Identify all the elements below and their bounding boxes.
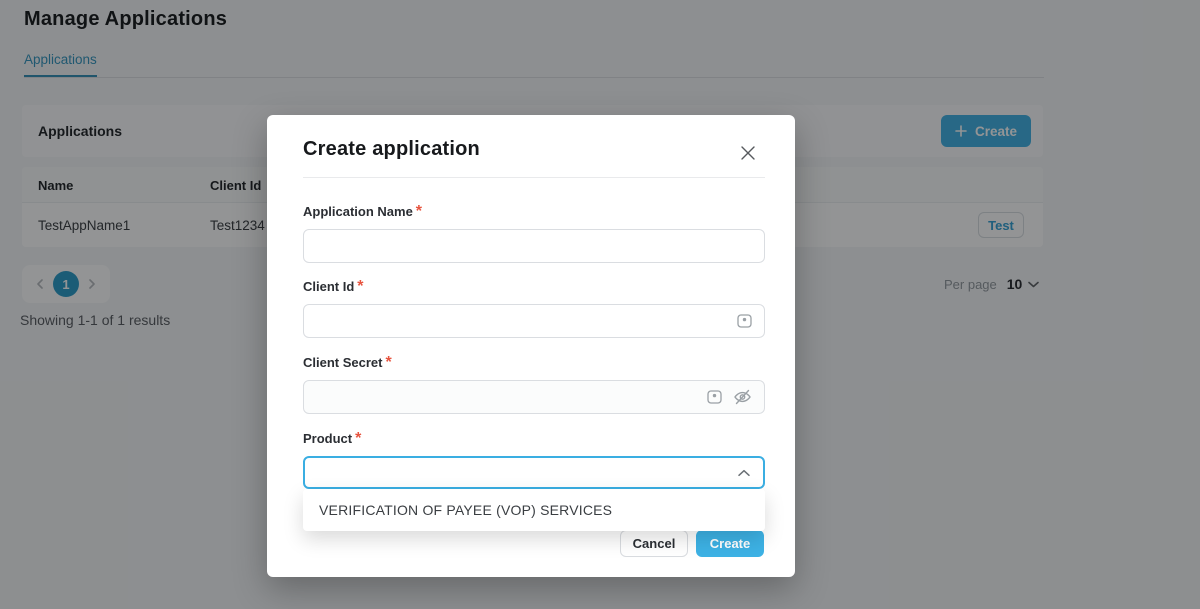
required-asterisk: * [355,430,361,447]
modal-close-button[interactable] [738,143,758,163]
required-asterisk: * [416,203,422,220]
application-name-input[interactable] [304,230,764,262]
client-secret-input-wrap [303,380,765,414]
modal-title: Create application [303,138,480,161]
client-id-label: Client Id [303,279,354,294]
product-select[interactable] [303,456,765,489]
toggle-password-visibility-button[interactable] [733,389,752,405]
client-secret-input[interactable] [304,381,764,413]
chevron-up-icon [738,469,750,476]
field-application-name: Application Name* [303,203,765,263]
field-client-secret: Client Secret* [303,354,765,414]
application-name-input-wrap [303,229,765,263]
product-label: Product [303,431,352,446]
field-client-id: Client Id* [303,278,765,338]
create-application-modal: Create application Application Name* Cli… [267,115,795,577]
required-asterisk: * [385,354,391,371]
autofill-icon[interactable] [707,390,722,404]
eye-slash-icon [733,389,752,405]
client-id-input[interactable] [304,305,764,337]
create-submit-button[interactable]: Create [696,530,764,557]
client-id-input-wrap [303,304,765,338]
modal-header-divider [303,177,765,178]
client-secret-label: Client Secret [303,355,382,370]
field-product: Product* [303,430,765,489]
close-icon [740,145,756,161]
application-name-label: Application Name [303,204,413,219]
dropdown-option-vop-services[interactable]: VERIFICATION OF PAYEE (VOP) SERVICES [303,489,765,531]
product-dropdown-menu: VERIFICATION OF PAYEE (VOP) SERVICES [303,489,765,531]
manage-applications-page: Manage Applications Applications Applica… [0,0,1200,609]
autofill-icon[interactable] [737,314,752,328]
required-asterisk: * [357,278,363,295]
cancel-button[interactable]: Cancel [620,530,688,557]
